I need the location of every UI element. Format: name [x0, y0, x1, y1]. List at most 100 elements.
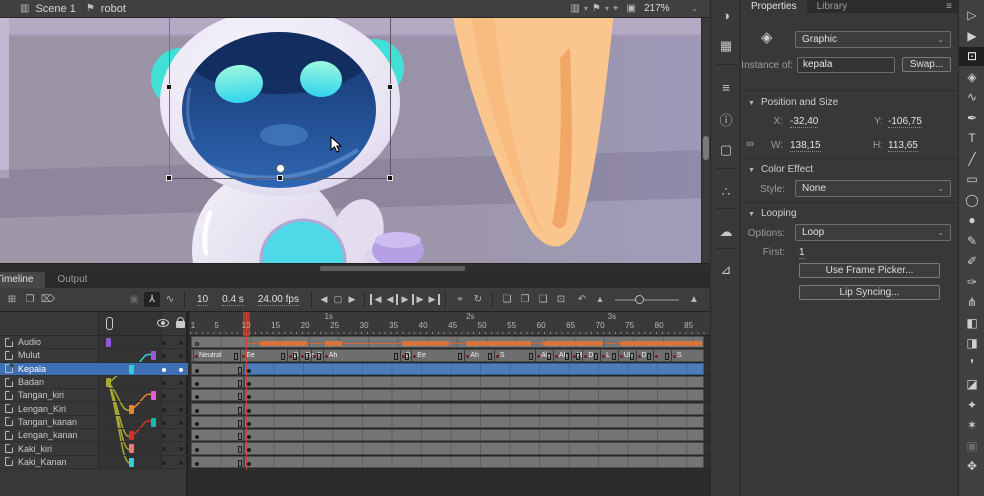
free-transform-tool[interactable]: ⊡ — [959, 47, 984, 66]
frame-span[interactable] — [191, 442, 244, 454]
loop-playback-button[interactable]: ↻ — [470, 294, 486, 305]
frame-span[interactable] — [191, 389, 244, 401]
lasso-tool[interactable]: ∿ — [959, 88, 984, 107]
ruler-frame-number[interactable]: 65 — [566, 321, 575, 330]
frame-row-badan[interactable] — [190, 376, 710, 389]
ruler-frame-number[interactable]: 15 — [271, 321, 280, 330]
selection-handle-left[interactable] — [166, 84, 172, 90]
layer-lock-dot[interactable] — [179, 447, 183, 451]
layer-row-lengan_kiri[interactable]: Lengan_Kiri — [0, 403, 188, 416]
stage-hscroll-thumb[interactable] — [320, 266, 465, 271]
edit-multiple-frames-button[interactable]: ❑ — [535, 294, 551, 305]
bone-tool[interactable]: ⋔ — [959, 293, 984, 312]
position-size-section-header[interactable]: ▼Position and Size — [748, 97, 838, 108]
go-to-last-frame-button[interactable]: ▶ — [426, 294, 440, 305]
layer-lock-dot[interactable] — [179, 408, 183, 412]
layer-lock-dot[interactable] — [179, 394, 183, 398]
graph-editor-button[interactable]: ∿ — [162, 294, 178, 305]
ruler-frame-number[interactable]: 5 — [214, 321, 218, 330]
ruler-frame-number[interactable]: 40 — [419, 321, 428, 330]
lip-sync-segment[interactable] — [636, 350, 637, 362]
color-panel-icon[interactable]: ◑ — [711, 8, 741, 23]
parenting-swatch[interactable] — [151, 391, 156, 400]
edit-symbol-chevron[interactable]: ▾ — [605, 4, 609, 13]
elapsed-time-value[interactable]: 0.4 s — [222, 294, 244, 306]
frame-span[interactable] — [244, 416, 704, 428]
ruler-frame-number[interactable]: 70 — [596, 321, 605, 330]
frame-span[interactable] — [244, 429, 704, 441]
zoom-out-frames-button[interactable]: ▴ — [592, 294, 608, 305]
onion-skin-outline-button[interactable]: ❐ — [517, 294, 533, 305]
layer-visibility-dot[interactable] — [162, 354, 166, 358]
frame-span[interactable] — [191, 376, 244, 388]
lip-sync-segment[interactable] — [653, 350, 654, 362]
layer-row-audio[interactable]: Audio — [0, 336, 188, 349]
layer-lock-dot[interactable] — [179, 461, 183, 465]
frame-span[interactable] — [191, 429, 244, 441]
timeline-zoom-knob[interactable] — [635, 295, 644, 304]
new-folder-button[interactable]: ❒ — [22, 294, 38, 305]
layer-row-mulut[interactable]: Mulut — [0, 349, 188, 362]
layer-visibility-dot[interactable] — [162, 408, 166, 412]
parenting-swatch[interactable] — [151, 418, 156, 427]
tab-output[interactable]: Output — [45, 272, 99, 288]
step-forward-button[interactable]: ▶ — [345, 294, 359, 305]
color-effect-section-header[interactable]: ▼Color Effect — [748, 164, 813, 175]
ink-bottle-tool[interactable]: ◨ — [959, 334, 984, 353]
modify-markers-button[interactable]: ⊡ — [553, 294, 569, 305]
lip-sync-segment[interactable] — [535, 350, 536, 362]
ruler-frame-number[interactable]: 20 — [301, 321, 310, 330]
parenting-swatch[interactable] — [129, 365, 134, 374]
w-value[interactable]: 138,15 — [790, 140, 821, 152]
selection-handle-bottom-right[interactable] — [387, 175, 393, 181]
frame-span[interactable] — [191, 456, 244, 468]
instance-name-field[interactable]: kepala — [797, 57, 895, 73]
audio-frame-span[interactable] — [191, 336, 704, 348]
oval-primitive-tool[interactable]: ● — [959, 211, 984, 230]
ruler-frame-number[interactable]: 35 — [389, 321, 398, 330]
lip-sync-segment[interactable] — [571, 350, 572, 362]
first-frame-value[interactable]: 1 — [799, 247, 805, 259]
layer-visibility-dot[interactable] — [162, 368, 166, 372]
lip-sync-segment[interactable] — [600, 350, 601, 362]
tab-library[interactable]: Library — [807, 0, 858, 13]
play-button[interactable]: ▶ — [398, 294, 412, 305]
pencil-tool[interactable]: ✎ — [959, 232, 984, 251]
new-layer-button[interactable]: ⊞ — [4, 294, 20, 305]
classic-brush-tool[interactable]: ✑ — [959, 273, 984, 292]
frame-row-kaki_kiri[interactable] — [190, 442, 710, 455]
next-frame-button[interactable]: ▶ — [412, 294, 426, 305]
hand-tool[interactable]: ✥ — [959, 457, 984, 476]
tab-timeline[interactable]: Timeline — [0, 272, 45, 288]
parenting-swatch[interactable] — [129, 444, 134, 453]
transform-panel-icon[interactable]: ▢ — [711, 142, 741, 158]
zoom-in-frames-button[interactable]: ▲ — [686, 294, 702, 305]
previous-frame-button[interactable]: ◀ — [384, 294, 398, 305]
selected-frame-span[interactable] — [244, 363, 704, 375]
layer-lock-dot[interactable] — [179, 368, 183, 372]
reset-timeline-zoom-button[interactable]: ↶ — [574, 294, 590, 305]
ruler-frame-number[interactable]: 85 — [684, 321, 693, 330]
parenting-view-button[interactable]: ⅄ — [144, 292, 160, 307]
frame-span[interactable] — [191, 403, 244, 415]
layer-visibility-dot[interactable] — [162, 341, 166, 345]
layer-row-badan[interactable]: Badan — [0, 376, 188, 389]
timeline-zoom-slider[interactable] — [615, 299, 679, 301]
show-hide-all-icon[interactable] — [157, 319, 169, 327]
frame-span[interactable] — [244, 456, 704, 468]
lip-sync-segment[interactable] — [494, 350, 495, 362]
paint-bucket-tool[interactable]: ◧ — [959, 314, 984, 333]
edit-scene-button[interactable]: ▥ — [570, 3, 579, 14]
layer-row-kaki_kiri[interactable]: Kaki_kiri — [0, 442, 188, 455]
camera-button[interactable]: ▣ — [126, 294, 142, 305]
link-width-height-icon[interactable]: ∞ — [746, 138, 754, 150]
eyedropper-tool[interactable]: ❜ — [959, 355, 984, 374]
ruler-frame-number[interactable]: 50 — [478, 321, 487, 330]
ruler-frame-number[interactable]: 25 — [330, 321, 339, 330]
frame-span[interactable] — [244, 403, 704, 415]
lip-sync-segment[interactable] — [553, 350, 554, 362]
layer-visibility-dot[interactable] — [162, 434, 166, 438]
edit-scene-chevron[interactable]: ▾ — [584, 4, 588, 13]
parenting-swatch[interactable] — [151, 351, 156, 360]
parenting-swatch[interactable] — [106, 338, 111, 347]
